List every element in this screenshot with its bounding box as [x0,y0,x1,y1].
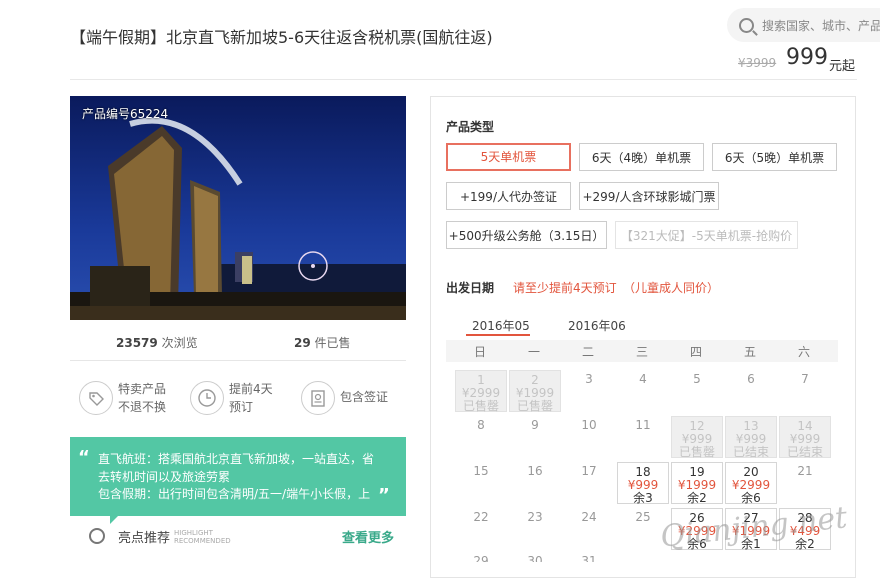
option-321-promo: 【321大促】-5天单机票-抢购价 [615,221,798,249]
option-6day-5night-ticket[interactable]: 6天（5晚）单机票 [712,143,837,171]
current-price: 999 [786,45,828,70]
highlight-line: 包含假期：出行时间包含清明/五一/端午小长假，上 [98,487,371,501]
open-quote-icon: “ [78,447,90,468]
booking-note: 请至少提前4天预订 [513,281,617,295]
calendar-day-31: 31 [581,554,597,563]
calendar-day-6: 6 [747,372,755,386]
header-divider [70,79,857,80]
view-count: 23579 次浏览 [116,334,198,351]
active-month-underline [466,334,530,336]
original-price: ¥3999 [738,56,777,70]
calendar-day-14: 14 ¥999 已结束 [779,416,831,459]
calendar-day-17: 17 [581,464,597,478]
highlight-line: 去转机时间以及旅途劳累 [98,470,231,484]
option-business-upgrade[interactable]: +500升级公务舱（3.15日） [446,221,607,249]
calendar-day-5: 5 [693,372,701,386]
option-visa-service[interactable]: +199/人代办签证 [446,182,571,210]
option-universal-studios[interactable]: +299/人含环球影城门票 [579,182,719,210]
product-type-title: 产品类型 [446,120,495,134]
calendar-day-30: 30 [527,554,543,563]
calendar-day-12: 12 ¥999 已售罄 [671,416,723,459]
sun-icon [89,528,105,544]
product-photo[interactable]: 产品编号65224 [70,96,406,320]
highlights-label-en-line: RECOMMENDED [174,537,231,545]
weekday-label: 三 [635,345,648,359]
price-unit: 元起 [829,59,856,74]
weekday-label: 一 [527,345,540,359]
tag-icon [79,381,113,415]
weekday-label: 六 [797,345,810,359]
highlight-line: 直飞航班：搭乘国航北京直飞新加坡，一站直达，省 [98,452,375,466]
month-tab-june[interactable]: 2016年06 [568,317,626,334]
calendar-day-10: 10 [581,418,597,432]
feature-line: 不退不换 [118,400,167,414]
option-6day-4night-ticket[interactable]: 6天（4晚）单机票 [579,143,704,171]
feature-line: 预订 [229,400,254,414]
calendar-day-22: 22 [473,510,489,524]
calendar-day-20[interactable]: 20 ¥2999 余6 [725,462,777,505]
weekday-label: 日 [473,345,486,359]
weekday-label: 五 [743,345,756,359]
calendar-day-18[interactable]: 18 ¥999 余3 [617,462,669,505]
weekday-header: 日 一 二 三 四 五 六 [446,340,838,362]
calendar-day-16: 16 [527,464,543,478]
feature-advance-booking: 提前4天 预订 [229,380,273,416]
highlights-label-en-line: HIGHLIGHT [174,529,213,537]
calendar-day-4: 4 [639,372,647,386]
clock-icon [190,381,224,415]
calendar-day-23: 23 [527,510,543,524]
calendar-day-21: 21 [797,464,813,478]
feature-line: 提前4天 [229,382,273,396]
calendar-day-19[interactable]: 19 ¥1999 余2 [671,462,723,505]
calendar-day-13: 13 ¥999 已结束 [725,416,777,459]
highlights-label: 亮点推荐 [118,531,171,546]
page-title: 【端午假期】北京直飞新加坡5-6天往返含税机票(国航往返) [70,28,493,47]
weekday-label: 二 [581,345,594,359]
feature-special-sale: 特卖产品 不退不换 [118,380,166,416]
calendar-day-15: 15 [473,464,489,478]
search-icon [739,18,754,33]
calendar-day-29: 29 [473,554,489,563]
view-count-value: 23579 [116,336,158,350]
close-quote-icon: ” [378,485,390,506]
calendar-day-7: 7 [801,372,809,386]
calendar-day-2: 2 ¥1999 已售罄 [509,370,561,413]
calendar-day-3: 3 [585,372,593,386]
price-note: （儿童成人同价） [623,281,720,295]
feature-line: 特卖产品 [118,382,167,396]
calendar-day-9: 9 [531,418,539,432]
weekday-label: 四 [689,345,702,359]
sold-count-label: 件已售 [314,336,351,350]
product-id-label: 产品编号65224 [82,107,169,121]
month-tab-may[interactable]: 2016年05 [472,317,530,334]
sold-count: 29 件已售 [294,334,351,351]
option-5day-ticket[interactable]: 5天单机票 [446,143,571,171]
highlight-box: “ 直飞航班：搭乘国航北京直飞新加坡，一站直达，省 去转机时间以及旅途劳累 包含… [70,437,406,516]
calendar-day-1: 1 ¥2999 已售罄 [455,370,507,413]
singapore-skyline-image [70,96,406,320]
calendar-day-8: 8 [477,418,485,432]
departure-date-title: 出发日期 [446,281,495,295]
view-more-link[interactable]: 查看更多 [342,527,394,546]
highlights-label-en: HIGHLIGHT RECOMMENDED [174,529,231,545]
search-input[interactable]: 搜索国家、城市、产品 [762,17,880,34]
feature-visa-included: 包含签证 [340,390,389,404]
calendar-day-24: 24 [581,510,597,524]
sold-count-value: 29 [294,336,311,350]
highlight-pointer [110,516,118,524]
view-count-label: 次浏览 [161,336,198,350]
search-box[interactable]: 搜索国家、城市、产品 [727,8,880,42]
passport-icon [301,381,335,415]
stats-divider [70,360,406,361]
calendar-day-11: 11 [635,418,651,432]
